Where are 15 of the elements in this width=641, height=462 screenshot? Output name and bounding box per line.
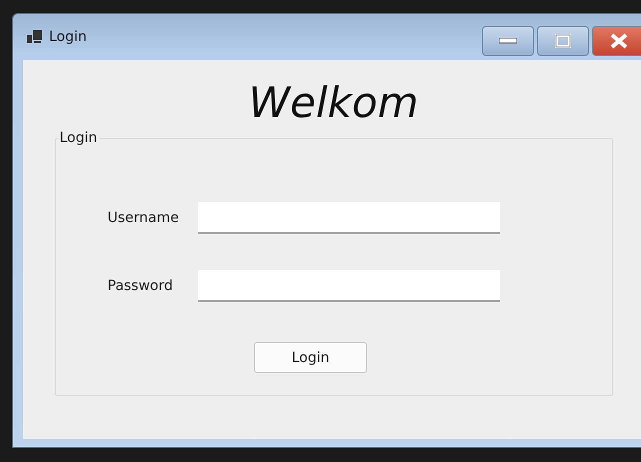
maximize-button[interactable]: [537, 26, 589, 56]
minimize-icon: [499, 38, 517, 44]
input-field[interactable]: [198, 270, 500, 302]
input-field[interactable]: [198, 202, 500, 234]
close-icon: [609, 33, 629, 49]
field-label: Username: [108, 210, 180, 226]
app-icon: [27, 30, 43, 44]
window-title: Login: [49, 29, 88, 45]
group-label: Login: [58, 130, 98, 146]
close-button[interactable]: [592, 26, 641, 56]
minimize-button[interactable]: [482, 26, 534, 56]
maximize-icon: [555, 34, 571, 48]
login-button[interactable]: Login: [254, 342, 367, 374]
welcome-heading: Welkom: [248, 80, 418, 126]
field-label: Password: [108, 278, 174, 294]
